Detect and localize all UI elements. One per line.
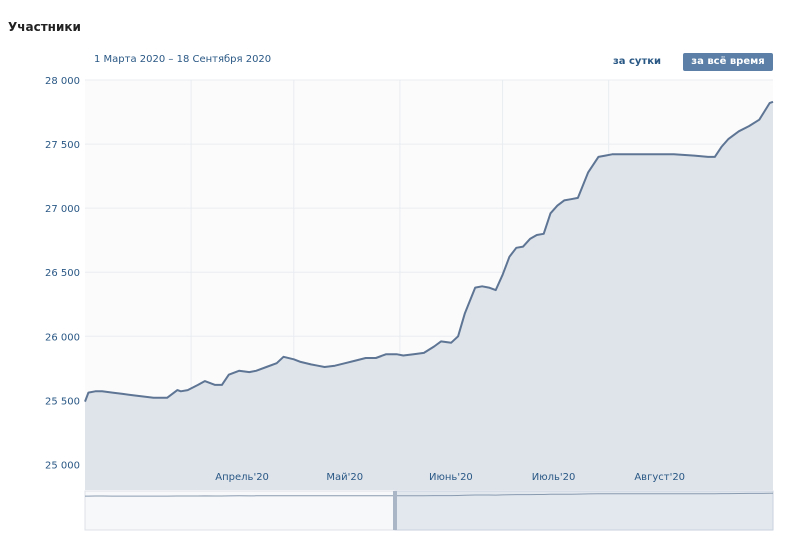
range-navigator[interactable] bbox=[84, 490, 774, 531]
y-tick-label: 27 000 bbox=[45, 204, 80, 215]
x-tick-label: Август'20 bbox=[634, 472, 685, 483]
x-tick-label: Май'20 bbox=[326, 472, 363, 483]
y-tick-label: 26 500 bbox=[45, 268, 80, 279]
y-axis-ticks: 25 000 25 500 26 000 26 500 27 000 27 500 28 0… bbox=[45, 76, 80, 471]
members-chart: 25 000 25 500 26 000 26 500 27 000 27 500 28 0… bbox=[45, 76, 774, 531]
navigator-selection[interactable] bbox=[394, 490, 774, 531]
x-tick-label: Апрель'20 bbox=[215, 472, 269, 483]
x-tick-label: Июнь'20 bbox=[429, 472, 473, 483]
y-tick-label: 26 000 bbox=[45, 332, 80, 343]
y-tick-label: 27 500 bbox=[45, 140, 80, 151]
navigator-left-handle[interactable] bbox=[393, 491, 397, 530]
x-tick-label: Июль'20 bbox=[532, 472, 576, 483]
y-tick-label: 28 000 bbox=[45, 76, 80, 87]
y-tick-label: 25 000 bbox=[45, 460, 80, 471]
y-tick-label: 25 500 bbox=[45, 396, 80, 407]
